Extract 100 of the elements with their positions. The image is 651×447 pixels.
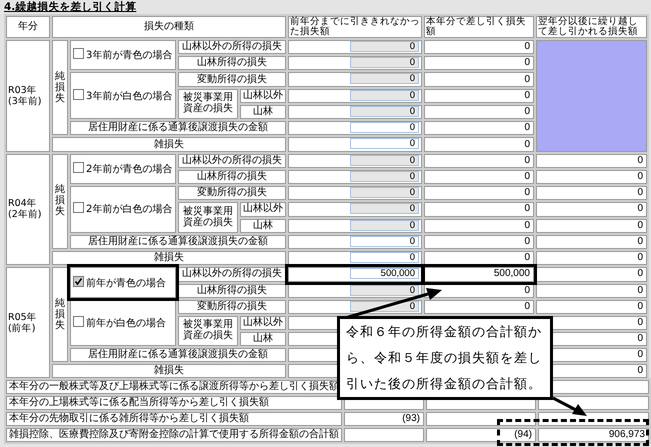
- checkbox[interactable]: [73, 316, 84, 327]
- checkbox-label: 2年前が白色の場合: [86, 204, 172, 216]
- amount-field: 0: [350, 170, 419, 182]
- callout-box: 令和６年の所得金額の合計額から、令和５年度の損失額を差し引いた後の所得金額の合計額。: [337, 316, 553, 400]
- row-label: 雑損失: [52, 251, 286, 266]
- row-label: 被災事業用資産の損失: [182, 206, 234, 228]
- year-label: R05年: [8, 312, 37, 323]
- checkbox[interactable]: [73, 202, 84, 214]
- checkbox-label: 3年前が白色の場合: [86, 90, 172, 102]
- row-label: 山林所得の損失: [178, 284, 286, 298]
- amount-field[interactable]: 0: [350, 122, 419, 134]
- row-label: 本年分の先物取引に係る雑所得等から差し引く損失額: [6, 412, 342, 426]
- checkbox-label: 前年が青色の場合: [86, 278, 166, 289]
- amount-cell: 0: [536, 251, 647, 266]
- amount-cell: 0: [536, 154, 647, 168]
- net-loss-label: 純損失: [55, 70, 65, 104]
- checkbox-label: 3年前が青色の場合: [86, 50, 172, 62]
- amount-cell: 0: [536, 234, 647, 250]
- amount-cell: 0: [536, 218, 647, 233]
- amount-cell: 0: [536, 300, 647, 314]
- row-label: 居住用財産に係る通算後譲渡損失の金額: [70, 348, 286, 362]
- row-label: 山林以外: [240, 316, 286, 330]
- row-label: 本年分の上場株式等に係る配当所得等から差し引く損失額: [6, 396, 342, 410]
- year-note: (前年): [8, 322, 36, 334]
- row-label: 被災事業用資産の損失: [182, 319, 234, 342]
- amount-field: 0: [350, 106, 419, 117]
- amount-cell: (94): [426, 428, 536, 442]
- amount-cell: 0: [424, 72, 534, 87]
- row-label: 雑損失: [52, 137, 286, 152]
- amount-field: 0: [350, 187, 419, 198]
- row-label: 山林以外: [240, 202, 286, 217]
- column-header: 損失の種類: [52, 16, 286, 38]
- row-label: 被災事業用資産の損失: [182, 92, 234, 114]
- checkbox-label: 前年が白色の場合: [86, 318, 166, 329]
- amount-field: 0: [350, 203, 419, 214]
- amount-cell: 0: [536, 284, 647, 298]
- section-title: 4.繰越損失を差し引く計算: [4, 0, 136, 14]
- amount-cell: (93): [344, 412, 424, 426]
- row-label: 変動所得の損失: [178, 300, 286, 314]
- row-label: 山林: [240, 332, 286, 346]
- row-label: 山林以外の所得の損失: [178, 154, 286, 168]
- row-label: 雑損控除、医療費控除及び寄附金控除の計算で使用する所得金額の合計額: [6, 428, 342, 442]
- year-note: (2年前): [8, 209, 42, 220]
- row-label: 山林以外の所得の損失: [178, 40, 286, 54]
- amount-cell: 0: [536, 202, 647, 217]
- amount-cell: 0: [424, 88, 534, 103]
- amount-field: 0: [350, 220, 419, 231]
- column-header: 本年分で差し引く損失額: [424, 16, 534, 38]
- amount-cell: 0: [424, 104, 534, 120]
- amount-field: 0: [350, 90, 419, 101]
- amount-cell: 0: [536, 267, 647, 282]
- checkbox[interactable]: [73, 276, 84, 287]
- amount-field: 0: [350, 41, 419, 52]
- amount-cell: 0: [536, 170, 647, 184]
- row-label: 雑損失: [52, 364, 286, 378]
- checkbox[interactable]: [73, 48, 84, 60]
- row-label: 居住用財産に係る通算後譲渡損失の金額: [70, 234, 286, 250]
- amount-field: 0: [350, 154, 419, 166]
- row-label: 居住用財産に係る通算後譲渡損失の金額: [70, 121, 286, 136]
- amount-value: 500,000: [494, 268, 530, 280]
- amount-cell: 0: [424, 170, 534, 184]
- amount-cell: 0: [424, 137, 534, 152]
- amount-field: 0: [350, 284, 419, 296]
- amount-cell: 0: [424, 154, 534, 168]
- row-label: 山林以外の所得の損失: [178, 267, 286, 282]
- amount-cell: 0: [424, 121, 534, 136]
- amount-cell: 906,973: [538, 428, 649, 442]
- column-header: 前年分までに引ききれなかった損失額: [288, 16, 422, 38]
- amount-cell: 0: [424, 40, 534, 54]
- amount-field[interactable]: 0: [350, 236, 419, 247]
- row-label: 山林所得の損失: [178, 170, 286, 184]
- column-header: 翌年分以後に繰り越して差し引かれる損失額: [536, 16, 647, 38]
- checkbox[interactable]: [73, 88, 84, 100]
- checkbox-label: 2年前が青色の場合: [86, 164, 172, 175]
- amount-field: 0: [350, 73, 419, 84]
- amount-field[interactable]: 0: [350, 138, 419, 150]
- year-label: R03年: [8, 84, 37, 96]
- amount-field[interactable]: 500,000: [350, 268, 419, 280]
- row-label: 山林: [240, 218, 286, 233]
- amount-field[interactable]: 0: [350, 252, 419, 264]
- net-loss-label: 純損失: [55, 184, 65, 218]
- amount-cell: 0: [424, 251, 534, 266]
- amount-cell: 0: [536, 186, 647, 200]
- row-label: 山林以外: [240, 88, 286, 103]
- checkbox[interactable]: [73, 162, 84, 173]
- row-label: 山林: [240, 104, 286, 120]
- year-label: R04年: [8, 198, 37, 210]
- amount-cell: 0: [424, 202, 534, 217]
- amount-cell: 0: [424, 218, 534, 233]
- row-label: 変動所得の損失: [178, 186, 286, 200]
- row-label: 変動所得の損失: [178, 72, 286, 87]
- row-label: 山林所得の損失: [178, 56, 286, 70]
- column-header: 年分: [6, 16, 50, 38]
- amount-cell: 0: [424, 234, 534, 250]
- net-loss-label: 純損失: [55, 298, 65, 331]
- amount-cell: 0: [424, 56, 534, 70]
- amount-cell: 0: [424, 300, 534, 314]
- year-note: (3年前): [8, 96, 42, 107]
- pointer-arrow: [552, 396, 587, 416]
- amount-cell: 0: [424, 186, 534, 200]
